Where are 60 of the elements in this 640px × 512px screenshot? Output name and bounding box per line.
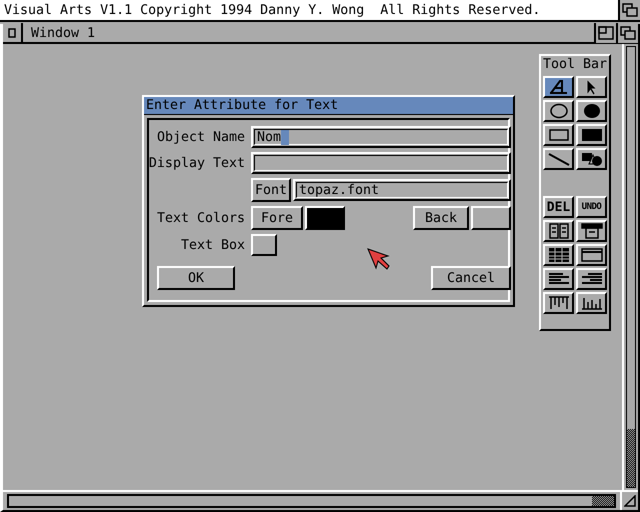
back-button[interactable]: Back: [413, 206, 469, 230]
colors-label: Text Colors: [156, 210, 245, 226]
dialog-title: Enter Attribute for Text: [144, 97, 513, 115]
screen-title: Visual Arts V1.1 Copyright 1994 Danny Y. Wong All Rights Reserved.: [4, 2, 540, 18]
text-tool-icon: [548, 79, 570, 95]
depth-gadget-icon[interactable]: [620, 26, 636, 40]
tool-button[interactable]: [543, 220, 574, 242]
align-left-icon: [548, 271, 570, 287]
filled-rectangle-icon: [580, 127, 602, 143]
tool-button[interactable]: [543, 76, 574, 98]
field-label: Object Name: [156, 130, 245, 144]
tool-bar-title: Tool Bar: [542, 56, 608, 74]
shapes-icon: [580, 151, 602, 167]
text-field[interactable]: Nom: [251, 126, 511, 148]
align-right-icon: [580, 271, 602, 287]
horizontal-scrollbar[interactable]: [7, 494, 616, 508]
rectangle-icon: [548, 127, 570, 143]
cancel-button[interactable]: Cancel: [431, 266, 511, 290]
close-icon[interactable]: [8, 28, 16, 38]
tool-button[interactable]: DEL: [543, 196, 574, 218]
zoom-gadget-icon[interactable]: [598, 26, 614, 40]
font-field[interactable]: topaz.font: [293, 179, 511, 201]
text-cursor: [281, 130, 290, 144]
pointer-icon: [587, 80, 596, 94]
tool-button[interactable]: [576, 244, 607, 266]
tool-button[interactable]: [543, 100, 574, 122]
fore-button[interactable]: Fore: [251, 206, 303, 230]
bar-chart-icon: [580, 295, 602, 311]
ok-button[interactable]: OK: [157, 266, 235, 290]
bars-down-icon: [548, 295, 570, 311]
tool-button[interactable]: [576, 124, 607, 146]
header-icon: [580, 223, 602, 239]
columns-icon: [548, 223, 570, 239]
tool-button[interactable]: [543, 124, 574, 146]
circle-icon: [548, 103, 570, 119]
tool-button[interactable]: UNDO: [576, 196, 607, 218]
checkbox-label: Text Box: [180, 238, 245, 252]
tool-button[interactable]: [543, 268, 574, 290]
window-icon: [580, 247, 602, 263]
tool-button[interactable]: [576, 100, 607, 122]
field-label: Display Text: [148, 156, 245, 170]
tool-button[interactable]: [576, 148, 607, 170]
table-icon: [548, 247, 570, 263]
tool-button[interactable]: [576, 292, 607, 314]
text-field[interactable]: [251, 152, 511, 174]
tool-button[interactable]: [576, 76, 607, 98]
window-title: Window 1: [30, 26, 96, 40]
vertical-scrollbar[interactable]: [626, 46, 636, 488]
tool-button[interactable]: [543, 244, 574, 266]
line-icon: [548, 151, 570, 167]
tool-button[interactable]: [576, 220, 607, 242]
depth-gadget-icon[interactable]: [622, 3, 638, 17]
text-box-checkbox[interactable]: [251, 234, 277, 256]
font-button[interactable]: Font: [251, 178, 291, 202]
tool-button[interactable]: [543, 292, 574, 314]
resize-icon[interactable]: [624, 495, 636, 507]
mouse-pointer-icon: [367, 248, 391, 270]
field-value: Nom: [257, 130, 282, 144]
tool-button[interactable]: [576, 268, 607, 290]
tool-button[interactable]: [543, 148, 574, 170]
